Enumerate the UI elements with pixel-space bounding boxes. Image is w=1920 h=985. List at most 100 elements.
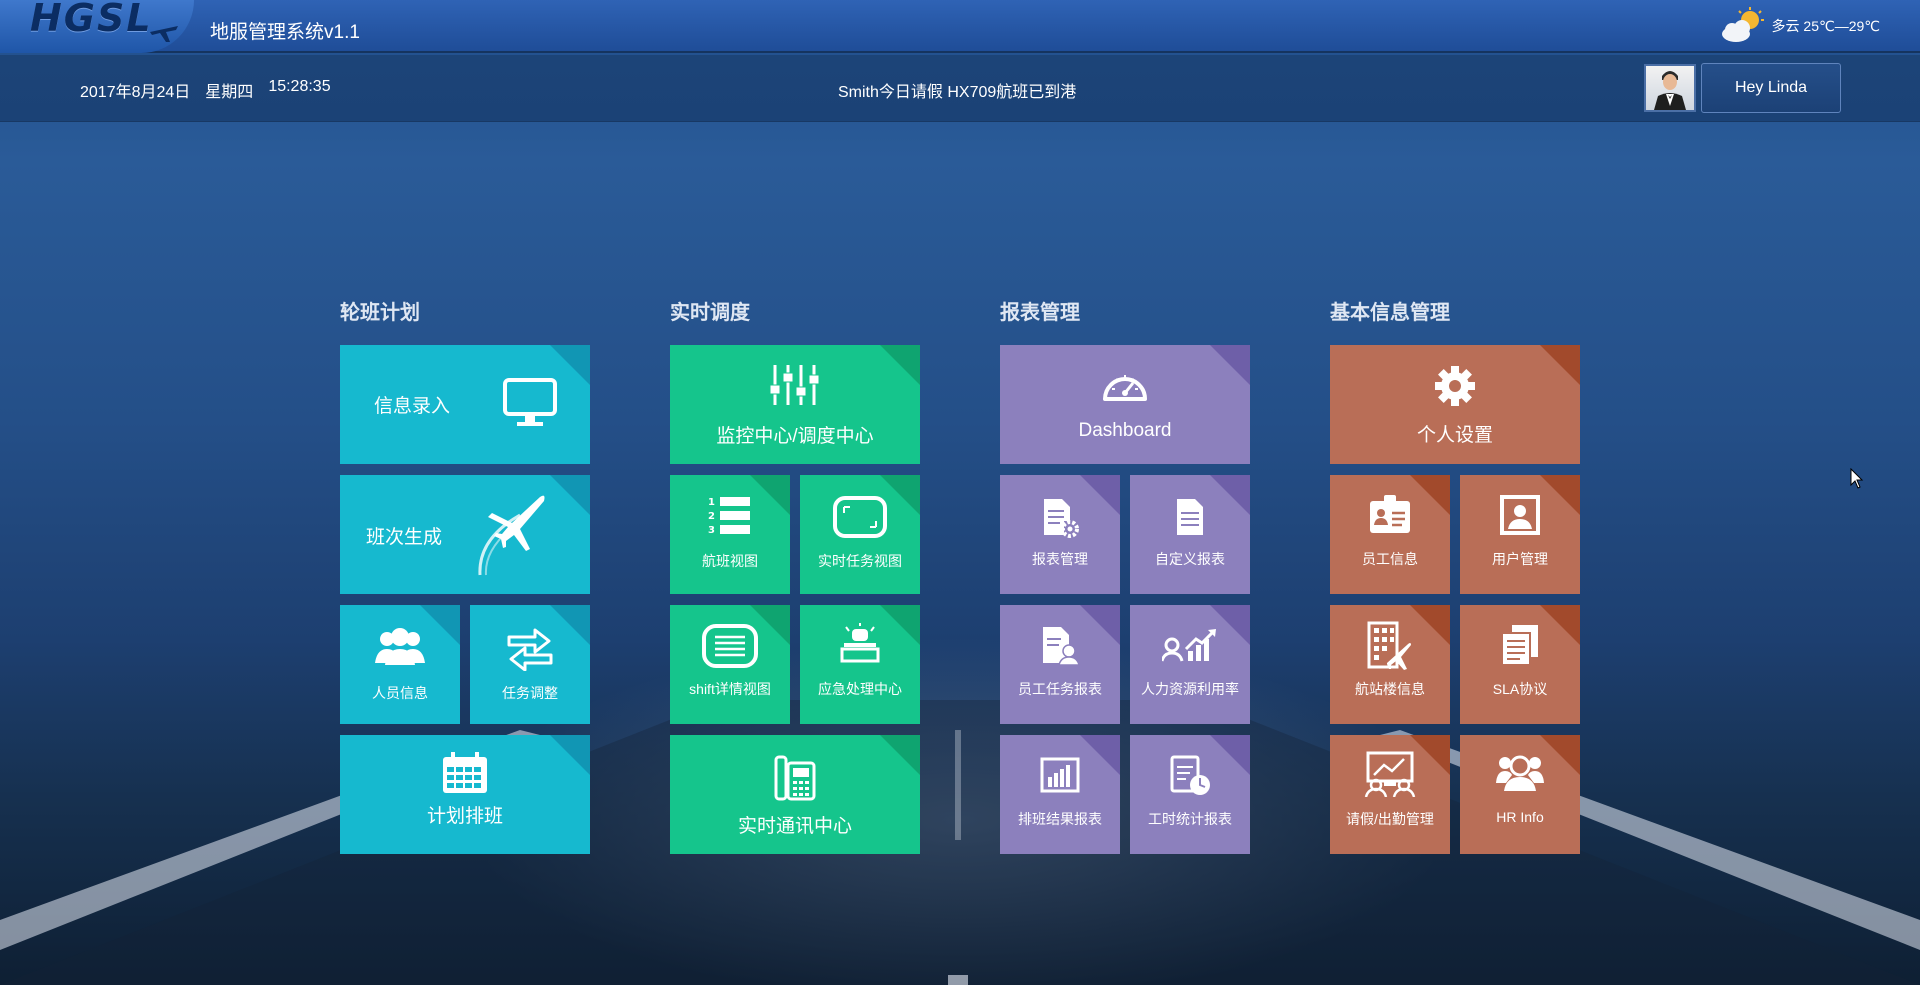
id-card-icon bbox=[1370, 495, 1410, 533]
report-settings-icon bbox=[1044, 499, 1079, 538]
time-text: 15:28:35 bbox=[268, 78, 331, 95]
tile-work-hours-report[interactable]: 工时统计报表 bbox=[1130, 735, 1250, 854]
numbered-list-icon: 1 2 3 bbox=[708, 497, 750, 536]
group-realtime-dispatch: 实时调度 bbox=[670, 296, 922, 330]
group-title: 基本信息管理 bbox=[1330, 302, 1450, 324]
alarm-icon bbox=[840, 623, 880, 663]
phone-icon bbox=[774, 755, 816, 801]
tile-user-management[interactable]: 用户管理 bbox=[1460, 475, 1580, 594]
tile-label: 请假/出勤管理 bbox=[1346, 811, 1434, 827]
tile-realtime-task-view[interactable]: 实时任务视图 bbox=[800, 475, 920, 594]
tile-label: 应急处理中心 bbox=[818, 681, 902, 697]
airplane-icon bbox=[478, 495, 545, 576]
tile-label: 排班结果报表 bbox=[1018, 811, 1102, 827]
svg-text:1: 1 bbox=[708, 497, 715, 508]
tile-label: 实时通讯中心 bbox=[737, 816, 852, 837]
details-screen-icon bbox=[702, 624, 758, 668]
logo[interactable]: HGSL bbox=[0, 0, 194, 53]
tile-task-adjust[interactable]: 任务调整 bbox=[470, 605, 590, 724]
tile-label: 个人设置 bbox=[1416, 425, 1493, 446]
tile-label: Dashboard bbox=[1078, 420, 1172, 441]
tile-label: 用户管理 bbox=[1492, 551, 1548, 567]
tile-monitoring-center[interactable]: 监控中心/调度中心 bbox=[670, 345, 920, 464]
tile-shift-generation[interactable]: 班次生成 bbox=[340, 475, 590, 594]
partly-cloudy-icon bbox=[1721, 7, 1764, 42]
tile-leave-attendance[interactable]: 请假/出勤管理 bbox=[1330, 735, 1450, 854]
tile-label: 人力资源利用率 bbox=[1141, 681, 1239, 697]
svg-text:3: 3 bbox=[708, 525, 715, 536]
tile-label: shift详情视图 bbox=[689, 681, 771, 697]
tile-label: 计划排班 bbox=[426, 806, 503, 827]
tile-label: SLA协议 bbox=[1492, 681, 1548, 697]
tile-hr-info[interactable]: HR Info bbox=[1460, 735, 1580, 854]
tile-report-management[interactable]: 报表管理 bbox=[1000, 475, 1120, 594]
tile-info-entry[interactable]: 信息录入 bbox=[340, 345, 590, 464]
document-icon bbox=[1177, 499, 1203, 535]
tile-label: 任务调整 bbox=[502, 685, 558, 701]
hr-people-icon bbox=[1496, 755, 1544, 791]
sliders-icon bbox=[769, 365, 820, 405]
tile-employee-task-report[interactable]: 员工任务报表 bbox=[1000, 605, 1120, 724]
user-portrait-icon bbox=[1500, 495, 1540, 535]
top-bar: HGSL 地服管理系统v1.1 多云 25℃—29℃ bbox=[0, 0, 1920, 53]
mouse-cursor-icon bbox=[1850, 468, 1864, 489]
gear-icon bbox=[1435, 366, 1475, 406]
tile-shift-detail-view[interactable]: shift详情视图 bbox=[670, 605, 790, 724]
tile-label: 实时任务视图 bbox=[818, 553, 902, 569]
timesheet-icon bbox=[1170, 755, 1210, 795]
tile-label: 监控中心/调度中心 bbox=[716, 426, 874, 447]
tile-label: 员工信息 bbox=[1362, 551, 1418, 567]
notice-marquee: Smith今日请假 HX709航班已到港 bbox=[838, 84, 1077, 101]
tile-label: 工时统计报表 bbox=[1148, 811, 1232, 827]
documents-icon bbox=[1501, 625, 1538, 666]
avatar-person-icon bbox=[1654, 71, 1686, 110]
info-bar: 2017年8月24日 星期四 15:28:35 Smith今日请假 HX709航… bbox=[0, 55, 1920, 122]
datetime: 2017年8月24日 星期四 15:28:35 bbox=[80, 78, 331, 102]
monitor-icon bbox=[503, 378, 557, 426]
tile-hr-utilization[interactable]: 人力资源利用率 bbox=[1130, 605, 1250, 724]
tile-label: 人员信息 bbox=[372, 685, 428, 701]
runway-background bbox=[0, 700, 1920, 985]
date-text: 2017年8月24日 bbox=[80, 84, 191, 101]
weather-widget: 多云 25℃—29℃ bbox=[1718, 6, 1880, 46]
user-greeting-button[interactable]: Hey Linda bbox=[1701, 63, 1841, 113]
tile-staff-info[interactable]: 人员信息 bbox=[340, 605, 460, 724]
tile-realtime-comm-center[interactable]: 实时通讯中心 bbox=[670, 735, 920, 854]
users-icon bbox=[375, 628, 425, 665]
calendar-icon bbox=[443, 752, 487, 793]
tile-plan-schedule[interactable]: 计划排班 bbox=[340, 735, 590, 854]
bar-chart-icon bbox=[1040, 757, 1080, 793]
tile-label: HR Info bbox=[1496, 809, 1544, 825]
tile-sla-agreement[interactable]: SLA协议 bbox=[1460, 605, 1580, 724]
logo-text: HGSL bbox=[30, 0, 153, 40]
group-basic-info-management: 基本信息管理 bbox=[1330, 296, 1582, 330]
tile-label: 报表管理 bbox=[1032, 551, 1088, 567]
tile-emergency-center[interactable]: 应急处理中心 bbox=[800, 605, 920, 724]
group-shift-planning: 轮班计划 bbox=[340, 296, 592, 330]
user-avatar[interactable] bbox=[1644, 64, 1696, 112]
group-report-management: 报表管理 bbox=[1000, 296, 1252, 330]
terminal-building-icon bbox=[1367, 621, 1411, 670]
weekday-text: 星期四 bbox=[205, 84, 254, 101]
tile-label: 航站楼信息 bbox=[1355, 681, 1425, 697]
tile-terminal-info[interactable]: 航站楼信息 bbox=[1330, 605, 1450, 724]
tile-personal-settings[interactable]: 个人设置 bbox=[1330, 345, 1580, 464]
attendance-icon bbox=[1364, 751, 1416, 797]
tile-dashboard[interactable]: Dashboard bbox=[1000, 345, 1250, 464]
airplane-logo-icon bbox=[150, 26, 178, 42]
tile-label: 班次生成 bbox=[366, 527, 443, 548]
swap-arrows-icon bbox=[507, 628, 553, 671]
weather-text: 多云 25℃—29℃ bbox=[1771, 18, 1880, 34]
tile-label: 自定义报表 bbox=[1155, 551, 1225, 567]
tile-label: 员工任务报表 bbox=[1018, 681, 1102, 697]
tile-schedule-result-report[interactable]: 排班结果报表 bbox=[1000, 735, 1120, 854]
group-title: 实时调度 bbox=[670, 302, 750, 324]
tile-custom-report[interactable]: 自定义报表 bbox=[1130, 475, 1250, 594]
employee-report-icon bbox=[1043, 627, 1080, 666]
tile-label: 信息录入 bbox=[374, 396, 451, 417]
hr-chart-icon bbox=[1162, 629, 1216, 662]
tile-employee-info[interactable]: 员工信息 bbox=[1330, 475, 1450, 594]
tile-flight-view[interactable]: 1 2 3 航班视图 bbox=[670, 475, 790, 594]
gauge-icon bbox=[1103, 375, 1147, 401]
group-title: 报表管理 bbox=[1000, 302, 1080, 324]
